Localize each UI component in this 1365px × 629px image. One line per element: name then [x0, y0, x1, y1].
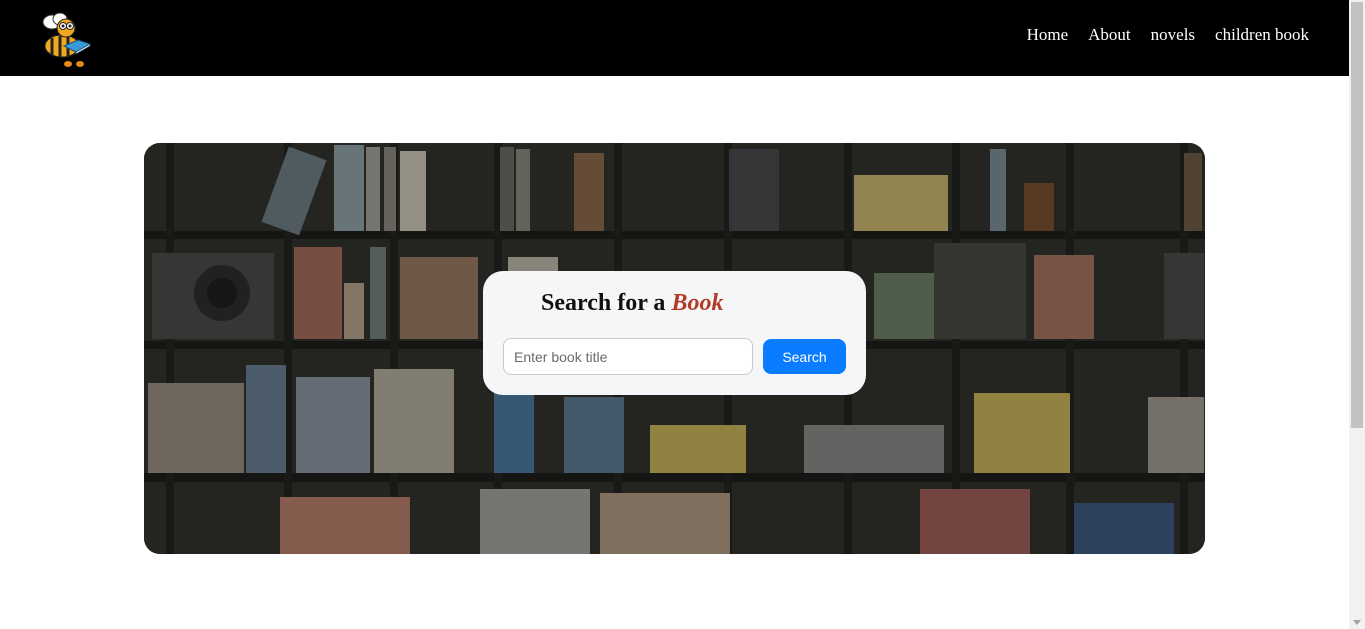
bee-logo-icon[interactable] [38, 12, 94, 70]
search-heading-prefix: Search for a [541, 290, 666, 316]
nav-link-home[interactable]: Home [1027, 24, 1069, 46]
nav-link-novels[interactable]: novels [1151, 24, 1195, 46]
nav-link-about[interactable]: About [1088, 24, 1131, 46]
nav-links: Home About novels children book [1007, 24, 1309, 46]
search-card: Search for a Book Search [483, 271, 866, 395]
search-button[interactable]: Search [763, 339, 846, 374]
page-scrollbar-thumb[interactable] [1351, 2, 1363, 428]
search-heading: Search for a Book [541, 290, 723, 317]
navbar: Home About novels children book [0, 0, 1349, 76]
search-heading-accent: Book [671, 290, 724, 316]
book-title-search-input[interactable] [503, 338, 753, 375]
nav-link-children-book[interactable]: children book [1215, 24, 1309, 46]
scroll-down-arrow-icon[interactable] [1353, 620, 1361, 625]
